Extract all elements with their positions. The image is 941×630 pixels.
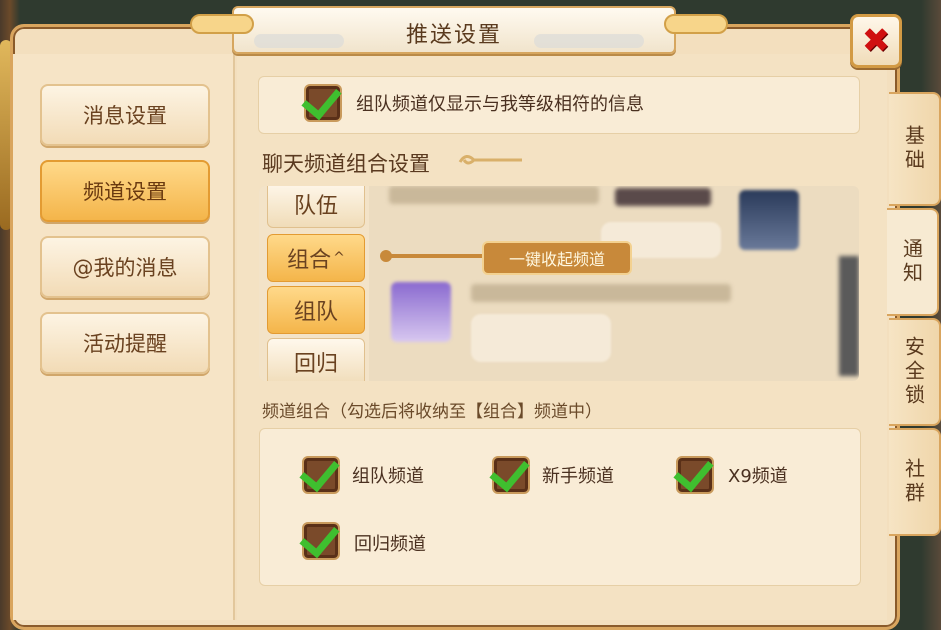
channel-tab-party[interactable]: 组队 (267, 286, 365, 334)
combo-options-panel (259, 428, 861, 586)
channel-tab-combo[interactable]: 组合 ^ (267, 234, 365, 282)
cloud-swirl-icon (458, 155, 522, 165)
chat-preview: 队伍 组合 ^ 组队 回归 (259, 186, 859, 381)
channel-tab-team[interactable]: 队伍 (267, 186, 365, 228)
section-heading: 聊天频道组合设置 (262, 152, 430, 176)
combo-checkbox-return[interactable] (299, 516, 340, 560)
blurred-tag (615, 188, 711, 206)
combo-label-party: 组队频道 (352, 466, 424, 487)
sidebar-item-channel-settings[interactable]: 频道设置 (40, 160, 210, 222)
avatar (739, 190, 799, 250)
sidebar-item-mentions[interactable]: @我的消息 (40, 236, 210, 298)
sidebar-item-event-reminders[interactable]: 活动提醒 (40, 312, 210, 374)
avatar (391, 282, 451, 342)
checkmark-icon (301, 78, 342, 121)
combo-label-x9: X9频道 (728, 466, 788, 487)
combo-label-newbie: 新手频道 (542, 466, 614, 487)
tab-basic[interactable]: 基础 (889, 92, 941, 206)
checkmark-icon (489, 450, 530, 493)
tab-community[interactable]: 社群 (889, 428, 941, 536)
pointer-line (386, 254, 486, 258)
collapse-arrow-icon: ^ (333, 250, 345, 266)
blurred-chat-bubble (471, 314, 611, 362)
close-button[interactable]: ✖ (850, 14, 902, 68)
collapse-channels-tag: 一键收起频道 (482, 241, 632, 275)
close-icon: ✖ (861, 21, 891, 61)
checkmark-icon (299, 516, 340, 559)
channel-column: 队伍 组合 ^ 组队 回归 (259, 186, 369, 381)
level-filter-label: 组队频道仅显示与我等级相符的信息 (356, 94, 644, 115)
sidebar-item-message-settings[interactable]: 消息设置 (40, 84, 210, 146)
combo-description: 频道组合（勾选后将收纳至【组合】频道中） (262, 402, 602, 422)
combo-checkbox-newbie[interactable] (489, 450, 530, 494)
window-title: 推送设置 (405, 23, 502, 48)
blurred-username (471, 284, 731, 302)
checkmark-icon (299, 450, 340, 493)
blurred-scene (839, 256, 859, 376)
combo-checkbox-party[interactable] (299, 450, 340, 494)
channel-tab-label: 组合 (287, 248, 332, 273)
title-ornament-right (664, 14, 728, 34)
combo-checkbox-x9[interactable] (673, 450, 714, 494)
blurred-username (389, 186, 599, 204)
combo-label-return: 回归频道 (354, 534, 426, 555)
tab-security-lock[interactable]: 安全锁 (889, 318, 941, 426)
title-bar: 推送设置 (232, 6, 676, 54)
channel-tab-return[interactable]: 回归 (267, 338, 365, 381)
level-filter-checkbox[interactable] (301, 78, 342, 122)
checkmark-icon (673, 450, 714, 493)
title-ornament-left (190, 14, 254, 34)
tab-notifications[interactable]: 通知 (887, 208, 939, 316)
